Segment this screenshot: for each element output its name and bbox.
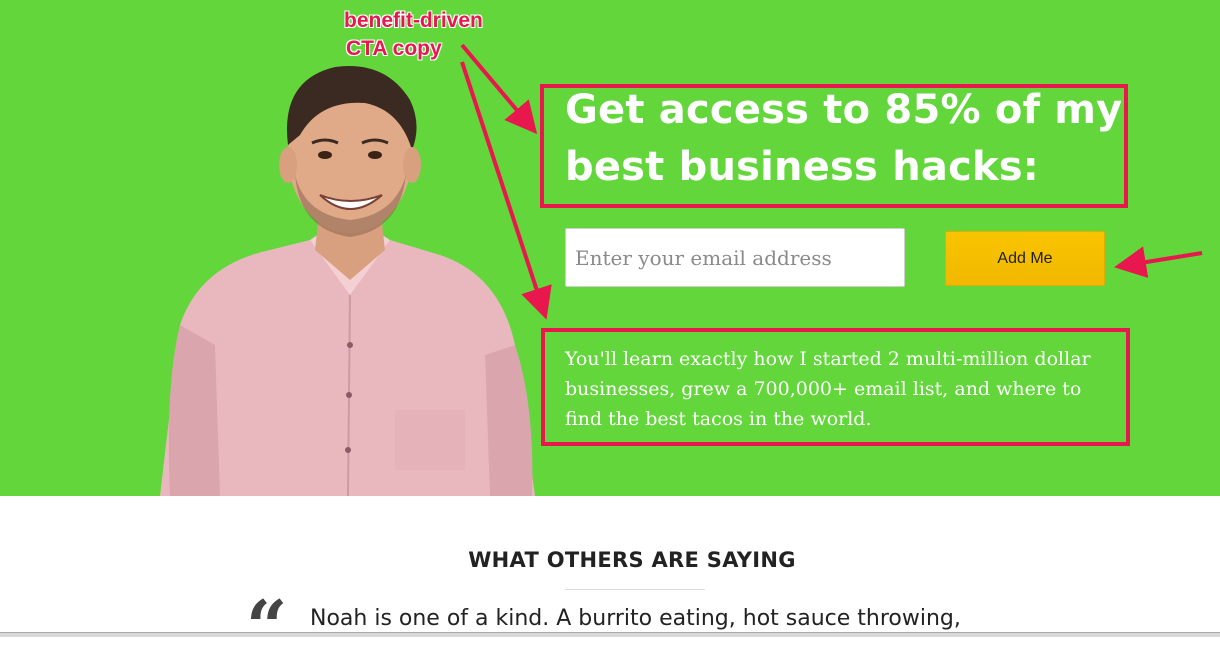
section-heading: WHAT OTHERS ARE SAYING xyxy=(468,548,796,572)
hero-section: Get access to 85% of my best business ha… xyxy=(0,0,1220,496)
hero-headline: Get access to 85% of my best business ha… xyxy=(565,87,1123,190)
annotation-line: benefit-driven xyxy=(344,9,483,32)
add-me-button[interactable]: Add Me xyxy=(945,231,1105,286)
annotation-label: benefit-driven CTA copy xyxy=(344,7,483,63)
arrow-to-button xyxy=(1114,246,1203,278)
annotation-line: CTA copy xyxy=(346,37,442,60)
taskbar xyxy=(0,632,1220,637)
person-photo-icon xyxy=(160,65,535,496)
heading-divider xyxy=(565,589,705,590)
quote-mark-icon: “ xyxy=(246,584,288,669)
testimonial-quote: Noah is one of a kind. A burrito eating,… xyxy=(310,606,961,631)
testimonials-section: WHAT OTHERS ARE SAYING “ Noah is one of … xyxy=(0,496,1220,663)
email-field[interactable] xyxy=(565,228,905,287)
hero-description: You'll learn exactly how I started 2 mul… xyxy=(565,348,1091,430)
